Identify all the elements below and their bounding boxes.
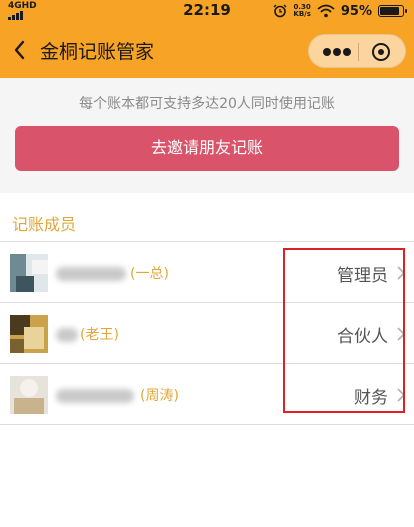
battery-icon (378, 5, 407, 17)
capsule-divider (358, 43, 359, 61)
member-name-redacted (56, 267, 126, 281)
invite-hint: 每个账本都可支持多达20人同时使用记账 (79, 96, 335, 112)
member-nickname: (老王) (80, 327, 119, 343)
member-name-redacted (56, 389, 134, 403)
network-speed: 0.30 KB/s (293, 3, 311, 18)
status-bar: 4GHD 22:19 0.30 KB/s 95% (0, 0, 414, 22)
avatar (10, 315, 48, 353)
page-title: 金桐记账管家 (40, 41, 155, 63)
invite-section: 每个账本都可支持多达20人同时使用记账 去邀请朋友记账 (0, 78, 414, 193)
battery-fill (380, 7, 399, 15)
role-highlight-box (283, 248, 405, 413)
battery-percent: 95% (340, 3, 372, 19)
avatar (10, 376, 48, 414)
member-nickname: (周涛) (140, 388, 179, 404)
nav-bar: 金桐记账管家 (0, 22, 414, 78)
alarm-icon (273, 4, 287, 18)
member-name-redacted (56, 328, 78, 342)
miniprogram-capsule (308, 34, 406, 68)
invite-friends-button[interactable]: 去邀请朋友记账 (15, 126, 399, 171)
back-button[interactable] (6, 36, 34, 64)
section-title: 记账成员 (12, 215, 77, 234)
chevron-left-icon (14, 40, 25, 60)
more-dots-icon[interactable] (323, 48, 351, 56)
member-nickname: (一总) (130, 266, 169, 282)
wifi-icon (317, 4, 335, 18)
avatar (10, 254, 48, 292)
target-close-icon[interactable] (372, 43, 390, 61)
